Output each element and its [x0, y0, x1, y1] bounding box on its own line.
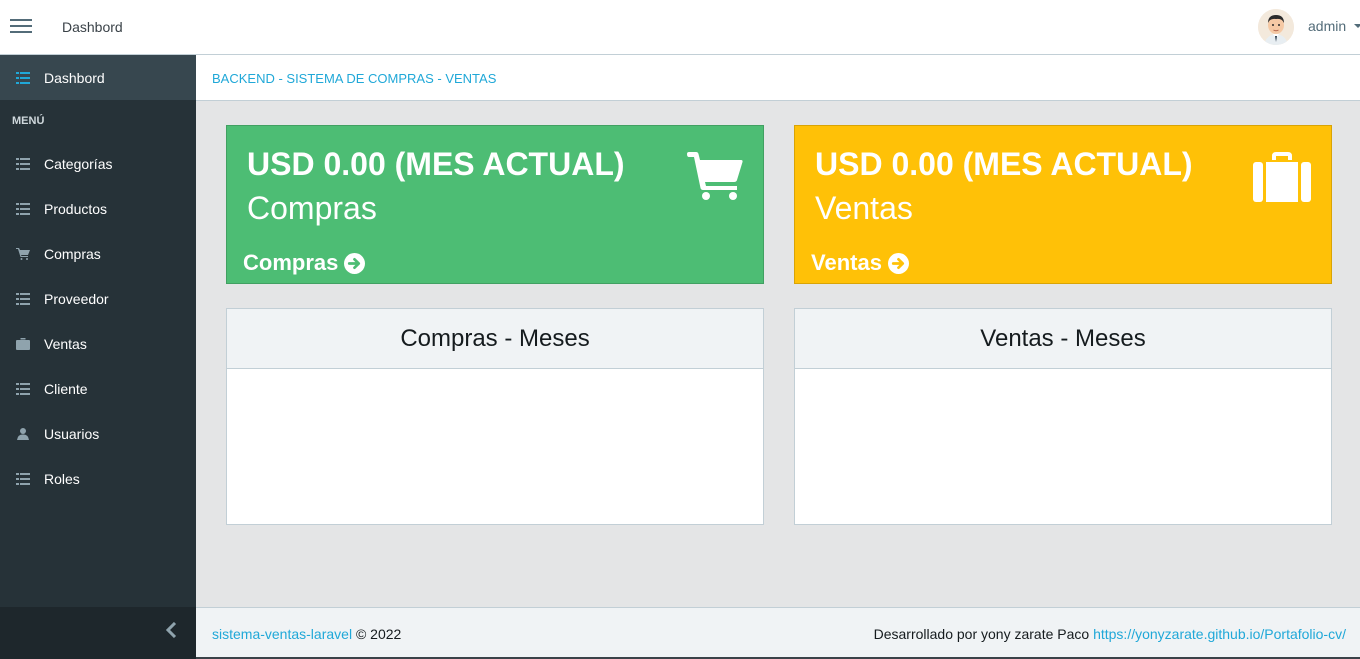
- user-menu-toggle[interactable]: admin: [1308, 18, 1346, 34]
- sidebar-item-label: Categorías: [44, 155, 113, 172]
- hamburger-menu-icon[interactable]: [10, 16, 32, 38]
- arrow-circle-right-icon: [887, 252, 909, 274]
- list-icon: [16, 157, 30, 171]
- portfolio-link[interactable]: https://yonyzarate.github.io/Portafolio-…: [1093, 626, 1346, 642]
- card-amount: USD 0.00 (MES ACTUAL): [247, 146, 625, 182]
- sidebar-item-productos[interactable]: Productos: [0, 186, 196, 231]
- page-footer: sistema-ventas-laravel © 2022 Desarrolla…: [196, 607, 1360, 659]
- card-amount: USD 0.00 (MES ACTUAL): [815, 146, 1193, 182]
- credit-text: Desarrollado por yony zarate Paco: [873, 626, 1090, 642]
- user-icon: [16, 427, 30, 441]
- sidebar-item-label: Roles: [44, 470, 80, 487]
- list-icon: [16, 202, 30, 216]
- sidebar-item-roles[interactable]: Roles: [0, 456, 196, 501]
- sidebar-item-compras[interactable]: Compras: [0, 231, 196, 276]
- card-link-label: Compras: [243, 250, 339, 275]
- card-link-label: Ventas: [811, 250, 882, 275]
- sidebar-item-label: Ventas: [44, 335, 87, 352]
- ventas-chart-panel: Ventas - Meses: [794, 308, 1332, 525]
- ventas-summary-card: USD 0.00 (MES ACTUAL) Ventas Ventas: [794, 125, 1332, 284]
- breadcrumb: BACKEND - SISTEMA DE COMPRAS - VENTAS: [196, 55, 1360, 101]
- compras-card-link[interactable]: Compras: [243, 250, 366, 276]
- copyright-text: © 2022: [355, 626, 402, 642]
- card-subtitle: Compras: [247, 190, 377, 226]
- ventas-card-link[interactable]: Ventas: [811, 250, 909, 276]
- briefcase-icon: [16, 337, 30, 351]
- sidebar-item-usuarios[interactable]: Usuarios: [0, 411, 196, 456]
- compras-chart-area: [227, 369, 763, 524]
- sidebar-item-cliente[interactable]: Cliente: [0, 366, 196, 411]
- user-avatar[interactable]: [1258, 9, 1294, 45]
- compras-summary-card: USD 0.00 (MES ACTUAL) Compras Compras: [226, 125, 764, 284]
- footer-right: Desarrollado por yony zarate Paco https:…: [874, 626, 1346, 642]
- sidebar-item-categorias[interactable]: Categorías: [0, 141, 196, 186]
- sidebar-item-proveedor[interactable]: Proveedor: [0, 276, 196, 321]
- list-icon: [16, 71, 30, 85]
- panel-title: Compras - Meses: [227, 309, 763, 369]
- sidebar-section-title: MENÚ: [12, 115, 45, 127]
- sidebar-item-ventas[interactable]: Ventas: [0, 321, 196, 366]
- list-icon: [16, 382, 30, 396]
- sidebar-item-label: Dashbord: [44, 69, 105, 86]
- list-icon: [16, 472, 30, 486]
- caret-down-icon[interactable]: [1354, 24, 1360, 28]
- navbar-brand[interactable]: Dashbord: [62, 19, 123, 35]
- briefcase-icon: [1253, 152, 1311, 207]
- sidebar: Dashbord MENÚ Categorías Productos Compr…: [0, 55, 196, 659]
- footer-left: sistema-ventas-laravel © 2022: [212, 626, 401, 642]
- compras-chart-panel: Compras - Meses: [226, 308, 764, 525]
- cart-icon: [687, 152, 743, 205]
- panel-title: Ventas - Meses: [795, 309, 1331, 369]
- sidebar-item-label: Usuarios: [44, 425, 100, 442]
- cart-icon: [16, 247, 30, 261]
- sidebar-item-label: Compras: [44, 245, 101, 262]
- sidebar-item-label: Proveedor: [44, 290, 109, 307]
- breadcrumb-link[interactable]: BACKEND - SISTEMA DE COMPRAS - VENTAS: [212, 71, 496, 86]
- sidebar-footer: [0, 607, 196, 659]
- card-subtitle: Ventas: [815, 190, 913, 226]
- arrow-circle-right-icon: [344, 252, 366, 274]
- project-link[interactable]: sistema-ventas-laravel: [212, 626, 352, 642]
- sidebar-item-label: Cliente: [44, 380, 88, 397]
- sidebar-item-dashboard[interactable]: Dashbord: [0, 55, 196, 100]
- top-navbar: Dashbord admin: [0, 0, 1360, 55]
- sidebar-item-label: Productos: [44, 200, 108, 217]
- list-icon: [16, 292, 30, 306]
- ventas-chart-area: [795, 369, 1331, 524]
- chevron-left-icon[interactable]: [165, 621, 178, 644]
